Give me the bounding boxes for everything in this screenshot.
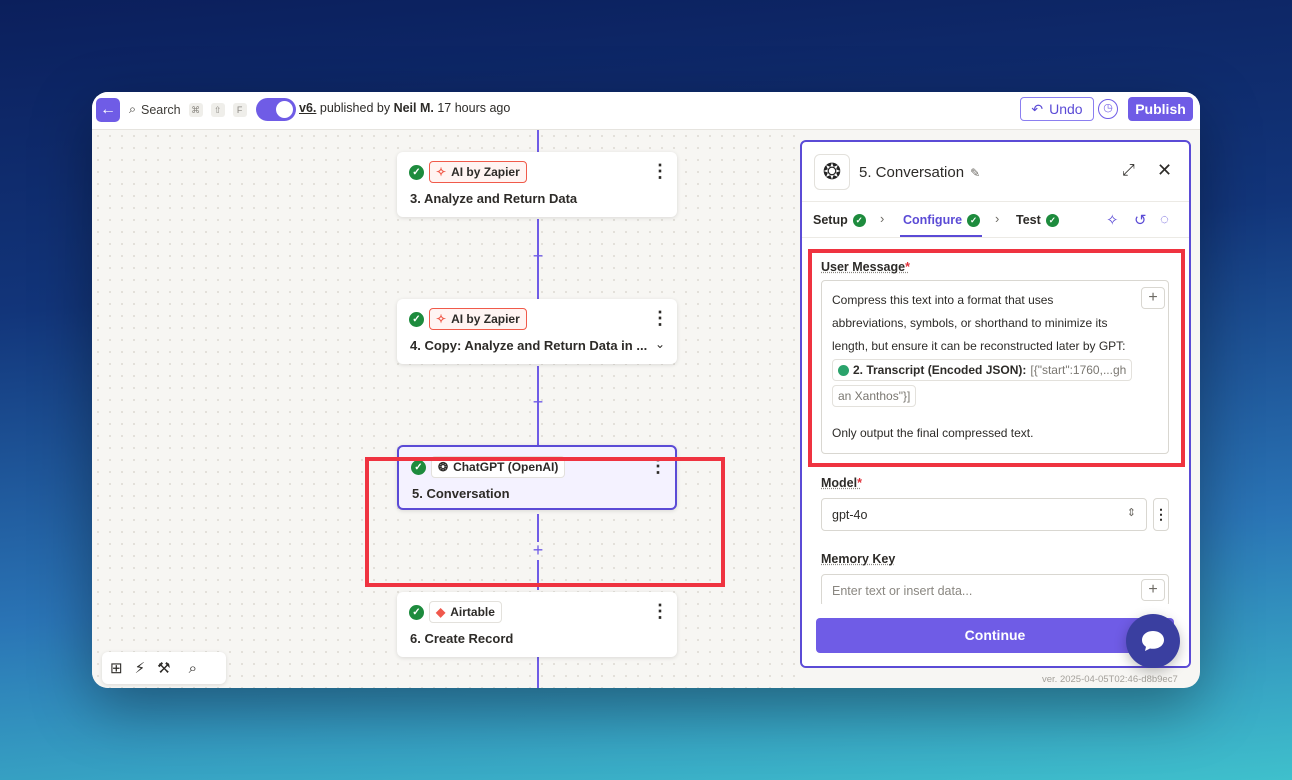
tab-label: Test: [1016, 213, 1041, 227]
connector-line: [537, 130, 539, 152]
search-button[interactable]: ⌕ Search ⌘ ⇧ F: [129, 102, 247, 117]
undo-icon: ↶: [1031, 100, 1044, 117]
openai-logo-icon: ❂: [814, 154, 850, 190]
history-icon[interactable]: ◷: [1098, 99, 1118, 119]
tab-label: Setup: [813, 213, 848, 227]
shortcut-key: F: [232, 102, 247, 117]
label-text: Model: [821, 476, 858, 490]
ai-sparkle-icon: ✧: [436, 165, 447, 179]
top-bar: ← ⌕ Search ⌘ ⇧ F v6. published by Neil M…: [92, 92, 1200, 130]
panel-tabs: Setup ✓ › Configure ✓ › Test ✓ ✧ ↺ ◌: [802, 202, 1189, 238]
version-link[interactable]: v6.: [299, 101, 316, 115]
airtable-logo-icon: ◆: [436, 605, 446, 619]
time-ago: 17 hours ago: [437, 101, 511, 115]
check-circle-icon: ✓: [409, 312, 424, 327]
chat-support-button[interactable]: [1126, 614, 1180, 668]
ai-sparkle-icon[interactable]: ✧: [1106, 211, 1119, 229]
memory-key-input[interactable]: Enter text or insert data...: [821, 574, 1169, 607]
tab-configure[interactable]: Configure ✓: [903, 213, 981, 227]
published-by-text: published by: [319, 101, 391, 115]
step-title: 4. Copy: Analyze and Return Data in ...: [410, 338, 647, 353]
placeholder-text: Enter text or insert data...: [832, 584, 973, 598]
insert-data-button[interactable]: +: [1141, 579, 1165, 601]
back-button[interactable]: ←: [96, 98, 120, 122]
chevron-right-icon: ›: [880, 211, 885, 226]
step-number: 6.: [410, 631, 421, 646]
app-badge: ✧ AI by Zapier: [429, 308, 527, 330]
step-title: 3. Analyze and Return Data: [410, 191, 577, 206]
search-icon[interactable]: ⌕: [189, 660, 197, 677]
more-options-icon[interactable]: ⋮: [651, 162, 669, 182]
canvas-toolbar: ⊞ ⚡︎ ⚒ ⌕: [102, 652, 226, 684]
active-tab-indicator: [900, 235, 982, 237]
panel-header: ❂ 5. Conversation ✎ ⤢ ✕: [802, 142, 1189, 202]
version-info: v6. published by Neil M. 17 hours ago: [299, 101, 510, 115]
app-window: ← ⌕ Search ⌘ ⇧ F v6. published by Neil M…: [92, 92, 1200, 688]
check-circle-icon: ✓: [852, 213, 866, 227]
search-icon: ⌕: [129, 102, 137, 116]
step-title: 6. Create Record: [410, 631, 513, 646]
step-card-4[interactable]: ✓ ✧ AI by Zapier ⋮ 4. Copy: Analyze and …: [397, 299, 677, 364]
app-badge: ◆ Airtable: [429, 601, 502, 623]
step-card-3[interactable]: ✓ ✧ AI by Zapier ⋮ 3. Analyze and Return…: [397, 152, 677, 217]
add-step-plus-icon[interactable]: +: [530, 247, 546, 265]
comment-icon[interactable]: ◌: [1160, 211, 1169, 228]
memory-key-label: Memory Key: [821, 552, 896, 566]
app-badge: ✧ AI by Zapier: [429, 161, 527, 183]
app-name: AI by Zapier: [451, 165, 520, 179]
refresh-icon[interactable]: ↺: [1134, 211, 1147, 229]
wrench-icon[interactable]: ⚒: [157, 659, 170, 677]
expand-icon[interactable]: ⤢: [1122, 162, 1135, 180]
step-name: Create Record: [424, 631, 514, 646]
step-card-6[interactable]: ✓ ◆ Airtable ⋮ 6. Create Record: [397, 592, 677, 657]
step-name: Analyze and Return Data: [423, 191, 578, 206]
more-options-icon[interactable]: ⋮: [651, 309, 669, 329]
check-circle-icon: ✓: [409, 165, 424, 180]
search-label: Search: [141, 102, 181, 117]
continue-button[interactable]: Continue: [816, 618, 1174, 653]
chevron-right-icon: ›: [995, 211, 1000, 226]
ai-sparkle-icon: ✧: [436, 312, 447, 326]
check-circle-icon: ✓: [967, 213, 981, 227]
highlight-box: [808, 249, 1185, 467]
step-number: 4.: [410, 338, 421, 353]
undo-label: Undo: [1049, 101, 1083, 117]
check-circle-icon: ✓: [1045, 213, 1059, 227]
panel-title[interactable]: 5. Conversation ✎: [859, 164, 980, 181]
step-name: Copy: Analyze and Return Data in ...: [424, 338, 648, 353]
publish-button[interactable]: Publish: [1128, 97, 1193, 121]
tab-label: Configure: [903, 213, 963, 227]
tab-test[interactable]: Test ✓: [1016, 213, 1059, 227]
workflow-canvas[interactable]: + + + ✓ ✧ AI by Zapier ⋮ 3. Analyze and …: [92, 130, 802, 688]
step-editor-panel: ❂ 5. Conversation ✎ ⤢ ✕ Setup ✓ › Configu…: [800, 140, 1191, 668]
model-value: gpt-4o: [832, 508, 868, 522]
author-name: Neil M.: [393, 101, 434, 115]
zap-on-toggle[interactable]: [256, 98, 296, 121]
undo-button[interactable]: ↶ Undo: [1020, 97, 1094, 121]
shortcut-key: ⇧: [210, 102, 225, 117]
model-select[interactable]: gpt-4o ⇕: [821, 498, 1147, 531]
grid-add-icon[interactable]: ⊞: [110, 659, 123, 677]
chevron-down-icon[interactable]: ⌄: [655, 337, 665, 351]
add-step-plus-icon[interactable]: +: [530, 393, 546, 411]
required-mark: *: [857, 476, 862, 490]
step-number: 3.: [410, 191, 421, 206]
check-circle-icon: ✓: [409, 605, 424, 620]
updown-chevron-icon: ⇕: [1126, 507, 1136, 519]
model-label: Model*: [821, 476, 862, 490]
highlight-box: [365, 457, 725, 587]
arrow-left-icon: ←: [100, 101, 116, 118]
pencil-icon[interactable]: ✎: [970, 166, 980, 180]
shortcut-key: ⌘: [188, 102, 203, 117]
panel-title-text: 5. Conversation: [859, 164, 965, 181]
close-icon[interactable]: ✕: [1157, 160, 1172, 181]
more-options-icon[interactable]: ⋮: [651, 602, 669, 622]
lightning-icon[interactable]: ⚡︎: [135, 659, 146, 677]
app-name: AI by Zapier: [451, 312, 520, 326]
build-version: ver. 2025-04-05T02:46-d8b9ec7: [1042, 674, 1178, 685]
app-name: Airtable: [450, 605, 495, 619]
model-options-button[interactable]: ⋮: [1153, 498, 1169, 531]
chat-bubble-icon: [1142, 631, 1164, 651]
tab-setup[interactable]: Setup ✓: [813, 213, 866, 227]
